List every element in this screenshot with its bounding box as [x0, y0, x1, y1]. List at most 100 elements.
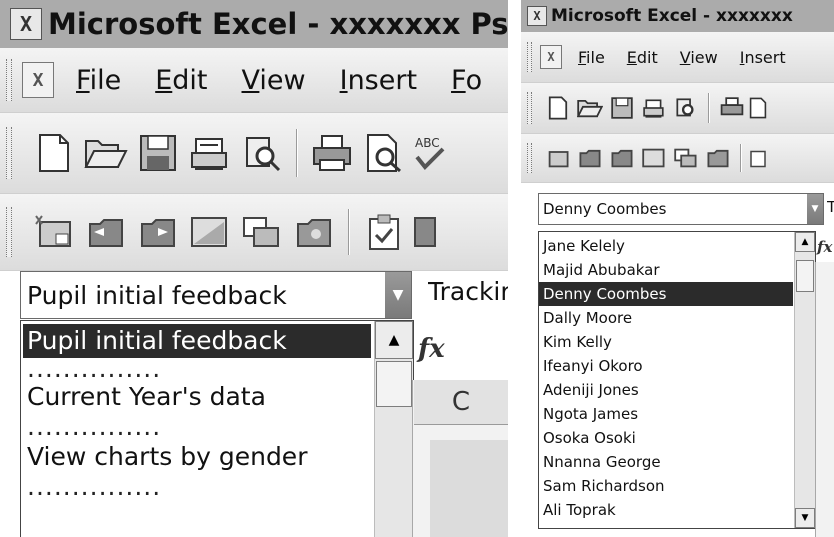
toolbar-grip[interactable]	[527, 92, 532, 124]
list-item[interactable]: Denny Coombes	[539, 282, 793, 306]
menu-view[interactable]: View	[680, 48, 718, 67]
excel-logo-icon: X	[10, 8, 42, 40]
scroll-up-icon[interactable]: ▲	[795, 232, 815, 252]
open-icon[interactable]	[574, 92, 606, 124]
workbook-icon[interactable]: X	[22, 62, 54, 98]
svg-text:ABC: ABC	[415, 136, 440, 150]
list-item[interactable]: View charts by gender	[23, 440, 371, 474]
list-item[interactable]: Nnanna George	[539, 450, 793, 474]
toolbar-grip[interactable]	[527, 143, 532, 173]
window-title: Microsoft Excel - xxxxxxx	[551, 6, 793, 26]
worksheet-cell	[430, 440, 508, 537]
combo-value: Pupil initial feedback	[27, 280, 287, 310]
list-item[interactable]: Kim Kelly	[539, 330, 793, 354]
list-item[interactable]: Ifeanyi Okoro	[539, 354, 793, 378]
print-icon[interactable]	[306, 127, 358, 179]
checkbox-icon[interactable]	[638, 143, 670, 173]
menu-insert[interactable]: Insert	[740, 48, 786, 67]
menu-file[interactable]: File	[578, 48, 605, 67]
menu-insert[interactable]: Insert	[340, 65, 417, 96]
column-header[interactable]: C	[414, 380, 508, 425]
list-item[interactable]: Ngota James	[539, 402, 793, 426]
toolbar-grip[interactable]	[6, 127, 12, 179]
menu-edit[interactable]: Edit	[155, 65, 207, 96]
dropdown-items: Jane Kelely Majid Abubakar Denny Coombes…	[539, 234, 793, 522]
vertical-scrollbar[interactable]: ▲	[374, 321, 413, 537]
group-box-icon[interactable]	[80, 207, 132, 257]
sheet-dropdown-list[interactable]: Pupil initial feedback ............... C…	[20, 320, 414, 537]
button-icon[interactable]	[132, 207, 184, 257]
menu-view[interactable]: View	[242, 65, 306, 96]
standard-toolbar: ABC	[0, 113, 508, 194]
list-separator: ...............	[27, 474, 162, 500]
option-icon[interactable]	[670, 143, 702, 173]
group-box-icon[interactable]	[574, 143, 606, 173]
list-item[interactable]: Pupil initial feedback	[23, 324, 371, 358]
permission-icon[interactable]	[638, 92, 670, 124]
workbook-icon[interactable]: X	[540, 45, 562, 69]
menu-file[interactable]: File	[76, 65, 121, 96]
save-icon[interactable]	[132, 127, 184, 179]
permission-icon[interactable]	[184, 127, 236, 179]
scroll-thumb[interactable]	[796, 260, 814, 292]
list-item[interactable]: Jane Kelely	[539, 234, 793, 258]
list-box-icon[interactable]	[288, 207, 340, 257]
research-icon[interactable]	[236, 127, 288, 179]
list-item[interactable]: Sam Richardson	[539, 474, 793, 498]
label-icon[interactable]	[28, 207, 80, 257]
new-icon[interactable]	[542, 92, 574, 124]
list-item[interactable]: Majid Abubakar	[539, 258, 793, 282]
vertical-scrollbar[interactable]: ▲ ▼	[794, 232, 815, 528]
student-name-combo[interactable]: Denny Coombes ▼	[538, 193, 824, 225]
list-item[interactable]: Current Year's data	[23, 380, 371, 414]
left-panel: X Microsoft Excel - xxxxxxx Psca X File …	[0, 0, 508, 537]
open-icon[interactable]	[80, 127, 132, 179]
next-toolbar-label: Trackir	[428, 277, 508, 306]
chevron-down-icon[interactable]: ▼	[807, 194, 823, 224]
menu-grip[interactable]	[527, 42, 532, 72]
menu-bar: X File Edit View Insert	[521, 32, 834, 83]
list-separator: ...............	[27, 358, 162, 380]
chevron-down-icon[interactable]: ▼	[385, 272, 411, 318]
button-icon[interactable]	[606, 143, 638, 173]
function-icon[interactable]: fx	[817, 238, 832, 256]
print-preview-icon[interactable]	[358, 127, 410, 179]
menu-format[interactable]: Fo	[451, 65, 482, 96]
list-separator: ...............	[27, 414, 162, 440]
list-item[interactable]: Osoka Osoki	[539, 426, 793, 450]
toolbar-grip[interactable]	[6, 207, 12, 257]
checkbox-icon[interactable]	[184, 207, 236, 257]
sheet-navigation-combo[interactable]: Pupil initial feedback ▼	[20, 271, 412, 319]
print-preview-icon[interactable]	[748, 92, 768, 124]
toolbar-separator	[348, 209, 350, 255]
form-checkbox-icon[interactable]	[358, 207, 410, 257]
function-icon[interactable]: fx	[418, 334, 445, 364]
title-bar: X Microsoft Excel - xxxxxxx	[521, 0, 834, 32]
student-dropdown-list[interactable]: Jane Kelely Majid Abubakar Denny Coombes…	[538, 231, 816, 529]
scroll-thumb[interactable]	[376, 361, 412, 407]
excel-logo-icon: X	[527, 6, 547, 26]
window-title: Microsoft Excel - xxxxxxx Psca	[48, 7, 508, 41]
list-box-icon[interactable]	[702, 143, 734, 173]
list-item[interactable]: Ali Toprak	[539, 498, 793, 522]
save-icon[interactable]	[606, 92, 638, 124]
option-icon[interactable]	[236, 207, 288, 257]
forms-toolbar	[521, 134, 834, 183]
toolbar-separator	[708, 93, 710, 123]
menu-grip[interactable]	[6, 59, 12, 101]
form-checkbox-icon[interactable]	[748, 143, 768, 173]
spelling-icon[interactable]: ABC	[410, 127, 450, 179]
toolbar-separator	[740, 144, 742, 172]
print-icon[interactable]	[716, 92, 748, 124]
list-item[interactable]: Adeniji Jones	[539, 378, 793, 402]
menu-edit[interactable]: Edit	[627, 48, 658, 67]
properties-icon[interactable]	[410, 207, 440, 257]
label-icon[interactable]	[542, 143, 574, 173]
right-panel: X Microsoft Excel - xxxxxxx X File Edit …	[521, 0, 834, 537]
research-icon[interactable]	[670, 92, 702, 124]
new-icon[interactable]	[28, 127, 80, 179]
scroll-up-icon[interactable]: ▲	[375, 321, 413, 359]
standard-toolbar	[521, 83, 834, 134]
list-item[interactable]: Dally Moore	[539, 306, 793, 330]
scroll-down-icon[interactable]: ▼	[795, 508, 815, 528]
